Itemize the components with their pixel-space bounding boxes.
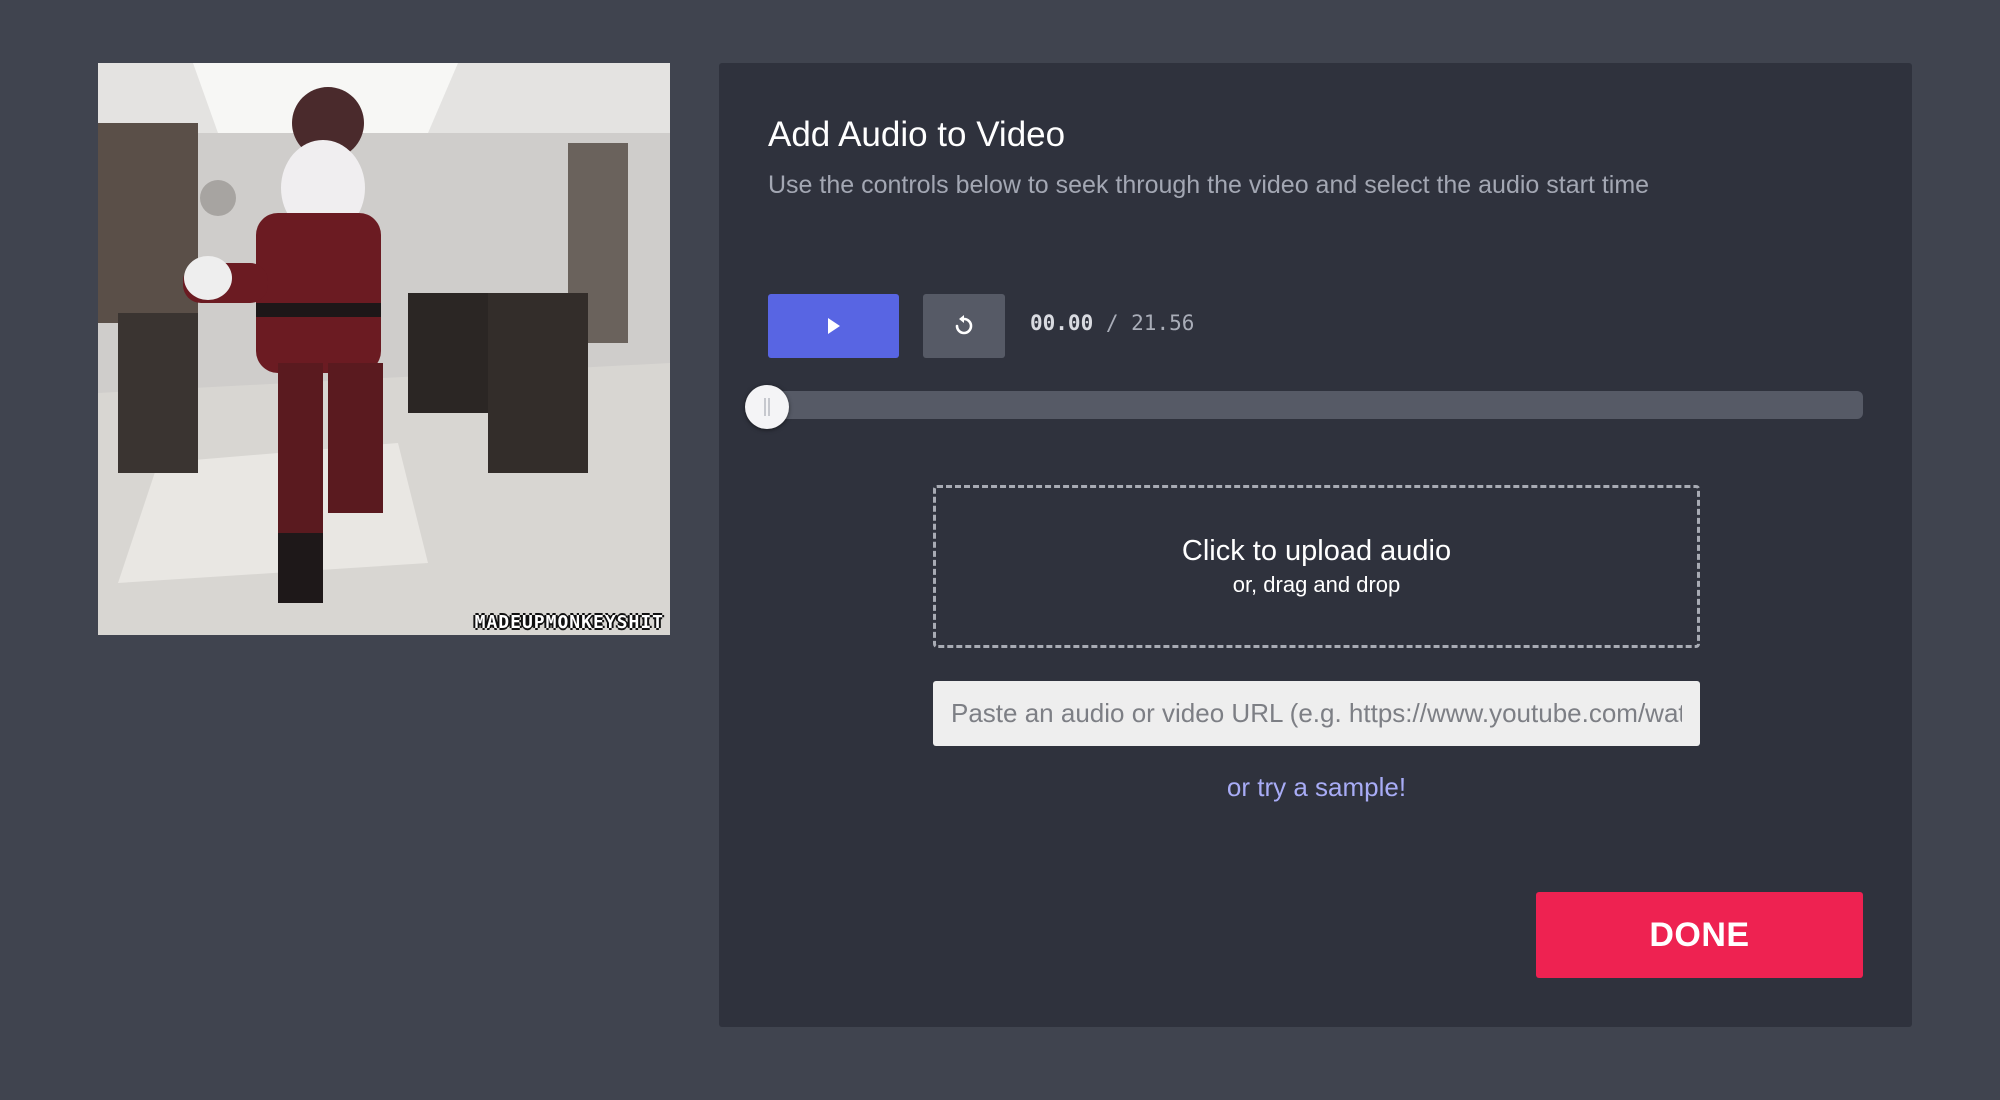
video-frame	[98, 63, 670, 635]
url-input[interactable]	[933, 681, 1700, 746]
try-sample-link[interactable]: or try a sample!	[933, 772, 1700, 803]
reset-icon	[955, 315, 973, 335]
time-display: 00.00 / 21.56	[1030, 311, 1194, 335]
audio-panel: Add Audio to Video Use the controls belo…	[719, 63, 1912, 1027]
seek-handle[interactable]	[745, 385, 789, 429]
page-title: Add Audio to Video	[768, 115, 1066, 154]
seek-track[interactable]	[768, 391, 1863, 419]
time-separator: /	[1093, 311, 1132, 335]
current-time: 00.00	[1030, 311, 1094, 335]
play-icon	[827, 318, 840, 334]
upload-main-text: Click to upload audio	[1181, 535, 1452, 567]
video-preview: MADEUPMONKEYSHIT	[98, 63, 670, 635]
play-button[interactable]	[768, 294, 899, 358]
video-watermark: MADEUPMONKEYSHIT	[474, 612, 664, 633]
audio-upload-dropzone[interactable]: Click to upload audio or, drag and drop	[933, 485, 1700, 648]
reset-button[interactable]	[923, 294, 1005, 358]
duration: 21.56	[1131, 311, 1195, 335]
page-subtitle: Use the controls below to seek through t…	[768, 171, 1650, 199]
upload-sub-text: or, drag and drop	[1232, 572, 1401, 597]
done-button[interactable]: DONE	[1536, 892, 1863, 978]
